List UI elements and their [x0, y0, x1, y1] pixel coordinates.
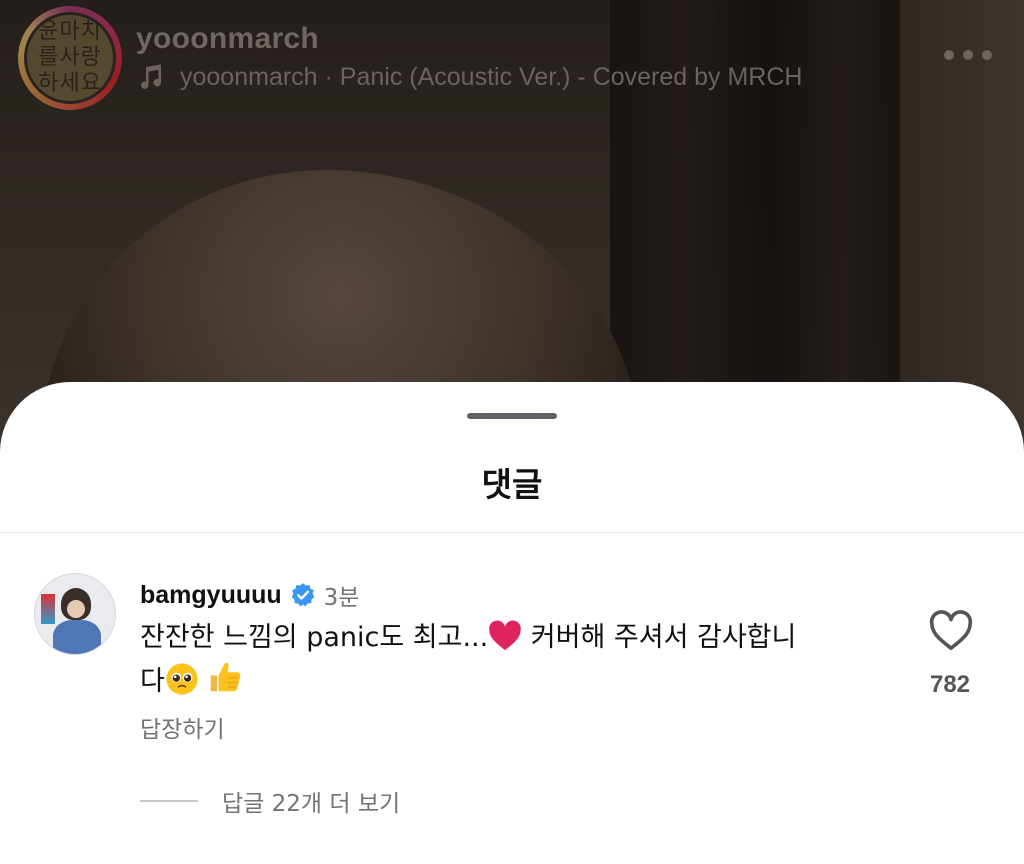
view-replies-label: 답글 22개 더 보기	[222, 791, 401, 817]
view-replies-button[interactable]: 답글 22개 더 보기	[140, 784, 400, 818]
comment-username[interactable]: bamgyuuuu	[140, 581, 282, 610]
comment-text-part-2: 커버해 주셔서 감사합니	[522, 622, 797, 653]
reply-button[interactable]: 답장하기	[140, 710, 225, 744]
comment-body: 잔잔한 느낌의 panic도 최고... 커버해 주셔서 감사합니 다	[140, 618, 870, 702]
pleading-face-emoji	[166, 663, 198, 695]
sheet-title: 댓글	[481, 465, 543, 504]
comment-line-2: 다	[140, 658, 870, 702]
comment-avatar[interactable]	[34, 573, 116, 655]
profile-avatar[interactable]: 윤마치를사랑하세요	[18, 6, 122, 110]
comment-line-1: 잔잔한 느낌의 panic도 최고... 커버해 주셔서 감사합니	[140, 618, 870, 658]
heart-outline-icon[interactable]	[928, 610, 974, 652]
music-note-icon	[141, 64, 162, 89]
profile-avatar-text: 윤마치를사랑하세요	[38, 19, 102, 96]
reel-username[interactable]: yooonmarch	[136, 22, 319, 56]
verified-badge-icon	[291, 583, 315, 607]
comment-timestamp: 3분	[323, 585, 360, 611]
comments-sheet: 댓글 bamgyuuuu 3분 잔잔한 느낌의 panic도 최고... 커버해…	[0, 382, 1024, 864]
comment-text-part-3: 다	[140, 666, 165, 697]
sheet-divider	[0, 532, 1024, 533]
replies-rule	[140, 800, 198, 802]
sheet-drag-handle[interactable]	[467, 413, 557, 419]
comment-text-part-1: 잔잔한 느낌의 panic도 최고...	[140, 622, 489, 653]
music-attribution[interactable]: yooonmarch · Panic (Acoustic Ver.) - Cov…	[136, 62, 802, 92]
more-options-icon[interactable]	[944, 46, 992, 64]
music-label: yooonmarch · Panic (Acoustic Ver.) - Cov…	[180, 62, 803, 91]
profile-avatar-image: 윤마치를사랑하세요	[24, 12, 116, 104]
red-heart-emoji	[489, 620, 521, 651]
thumbs-up-emoji	[210, 662, 241, 692]
reels-comment-screen: 윤마치를사랑하세요 yooonmarch yooonmarch · Panic …	[0, 0, 1024, 864]
like-count: 782	[929, 671, 971, 698]
comment-header: bamgyuuuu 3분	[140, 578, 359, 612]
